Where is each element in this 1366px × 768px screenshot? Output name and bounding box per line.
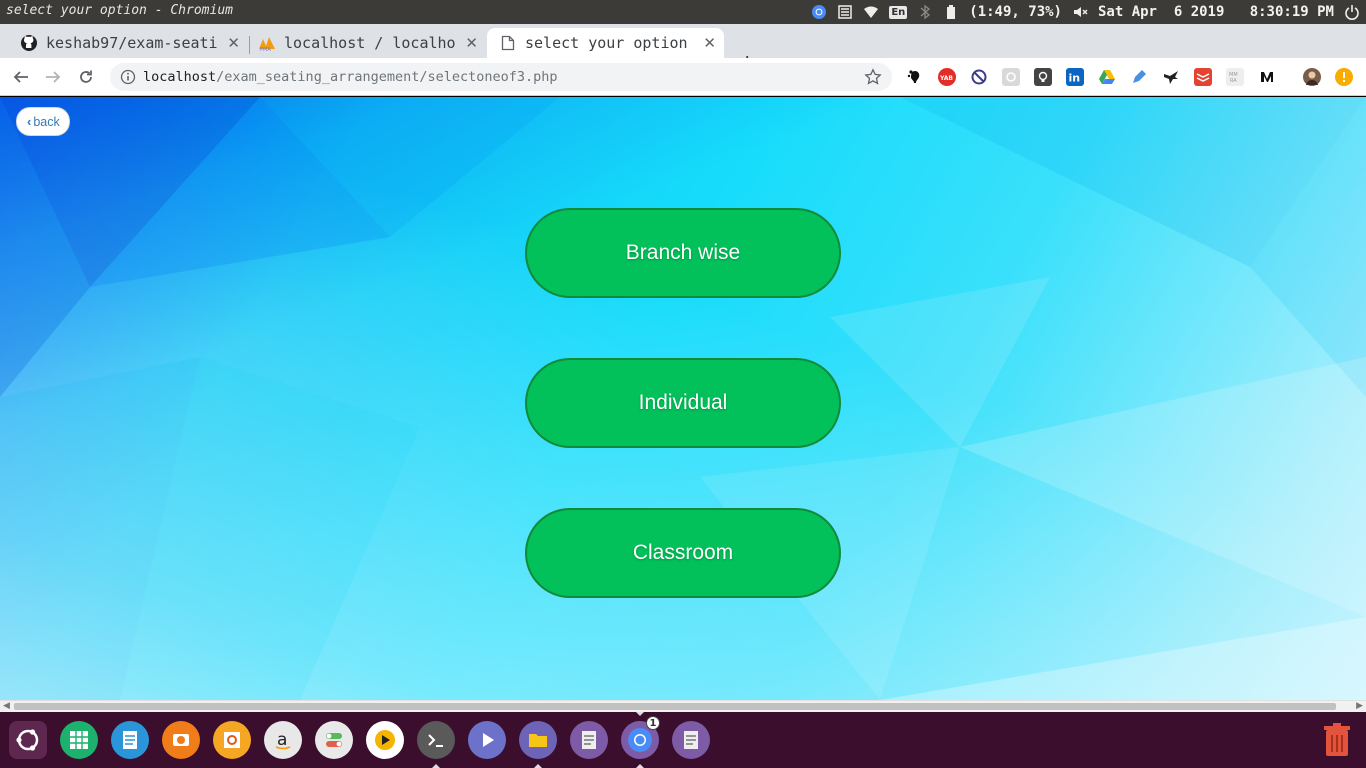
power-icon[interactable]: [1344, 4, 1360, 20]
tab-github[interactable]: keshab97/exam-seati ✕: [12, 28, 248, 58]
page-viewport: ‹ back Branch wise Individual Classroom: [0, 97, 1366, 700]
todoist-icon[interactable]: [1194, 68, 1212, 86]
extension-gnome-icon[interactable]: [906, 68, 924, 86]
svg-text:YAB: YAB: [939, 75, 953, 82]
bookmark-star-icon[interactable]: [864, 68, 882, 90]
video-player-icon[interactable]: [468, 721, 506, 759]
scroll-left-icon[interactable]: ◀: [3, 701, 10, 711]
github-icon: [20, 34, 38, 52]
battery-status: (1:49, 73%): [969, 4, 1062, 20]
horizontal-scrollbar[interactable]: ◀ ▶: [0, 700, 1366, 712]
info-icon[interactable]: [120, 69, 136, 89]
tab-title: select your option: [525, 34, 688, 52]
tab-title: keshab97/exam-seati: [46, 34, 218, 52]
files-icon[interactable]: [519, 721, 557, 759]
volume-muted-icon[interactable]: [1072, 4, 1088, 20]
extension-yab-icon[interactable]: YAB: [938, 68, 956, 86]
svg-text:RA: RA: [1230, 78, 1237, 84]
amazon-icon[interactable]: a: [264, 721, 302, 759]
tab-select-option[interactable]: select your option ✕: [487, 28, 724, 58]
battery-icon[interactable]: [943, 4, 959, 20]
extension-block-icon[interactable]: [970, 68, 988, 86]
phpmyadmin-icon: PMA: [258, 34, 276, 52]
linkedin-icon[interactable]: in: [1066, 68, 1084, 86]
focused-indicator: [636, 712, 644, 716]
chevron-left-icon: ‹: [27, 114, 32, 129]
individual-button[interactable]: Individual: [525, 358, 841, 448]
chromium-tray-icon[interactable]: [811, 4, 827, 20]
ubuntu-launcher-icon[interactable]: [9, 721, 47, 759]
tab-close-icon[interactable]: ✕: [703, 34, 716, 52]
dock: a: [0, 712, 1366, 768]
spreadsheet-app-icon[interactable]: [60, 721, 98, 759]
clipboard-icon[interactable]: [837, 4, 853, 20]
url-text[interactable]: localhost/exam_seating_arrangement/selec…: [143, 69, 558, 85]
branch-wise-button[interactable]: Branch wise: [525, 208, 841, 298]
tab-close-icon[interactable]: ✕: [227, 34, 240, 52]
extension-grey-icon[interactable]: [1002, 68, 1020, 86]
trash-icon[interactable]: [1322, 722, 1352, 758]
profile-avatar[interactable]: [1303, 68, 1321, 86]
system-tray: En (1:49, 73%) Sat Apr 6 2019 8:30:19 PM: [811, 0, 1360, 24]
running-indicator: [432, 764, 440, 768]
extension-mmra-icon[interactable]: MM RA: [1226, 68, 1244, 86]
settings-toggle-icon[interactable]: [315, 721, 353, 759]
running-indicator: [636, 764, 644, 768]
chromium-window-count-badge: 1: [646, 716, 660, 730]
reload-icon[interactable]: [75, 66, 97, 88]
clock[interactable]: Sat Apr 6 2019 8:30:19 PM: [1098, 4, 1334, 20]
back-button-label: back: [33, 114, 60, 129]
firefox-icon[interactable]: [162, 721, 200, 759]
extension-bird-icon[interactable]: [1162, 68, 1180, 86]
keyboard-layout-indicator[interactable]: En: [889, 5, 908, 19]
tab-strip: keshab97/exam-seati ✕ PMA localhost / lo…: [0, 24, 1366, 75]
window-title: select your option - Chromium: [6, 3, 233, 18]
terminal-icon[interactable]: [417, 721, 455, 759]
document-app-icon[interactable]: [111, 721, 149, 759]
google-drive-icon[interactable]: [1098, 68, 1116, 86]
wifi-icon[interactable]: [863, 4, 879, 20]
photo-app-icon[interactable]: [213, 721, 251, 759]
svg-text:PMA: PMA: [260, 47, 271, 52]
page-icon: [499, 34, 517, 52]
back-arrow-icon[interactable]: [10, 66, 32, 88]
system-top-bar: select your option - Chromium En (1:49, …: [0, 0, 1366, 24]
update-warning-icon[interactable]: [1335, 68, 1353, 86]
tab-title: localhost / localho: [284, 34, 456, 52]
text-editor-2-icon[interactable]: [672, 721, 710, 759]
tab-close-icon[interactable]: ✕: [465, 34, 478, 52]
svg-text:a: a: [277, 730, 287, 750]
classroom-button[interactable]: Classroom: [525, 508, 841, 598]
scroll-right-icon[interactable]: ▶: [1356, 701, 1363, 711]
running-indicator: [534, 764, 542, 768]
tab-phpmyadmin[interactable]: PMA localhost / localho ✕: [250, 28, 486, 58]
text-editor-icon[interactable]: [570, 721, 608, 759]
browser-toolbar: localhost/exam_seating_arrangement/selec…: [0, 58, 1366, 96]
medium-icon[interactable]: [1258, 68, 1276, 86]
svg-text:in: in: [1069, 72, 1081, 85]
media-player-icon[interactable]: [366, 721, 404, 759]
forward-arrow-icon[interactable]: [42, 66, 64, 88]
scrollbar-thumb[interactable]: [14, 703, 1336, 710]
extension-pen-icon[interactable]: [1130, 68, 1148, 86]
extension-bulb-icon[interactable]: [1034, 68, 1052, 86]
bluetooth-icon[interactable]: [917, 4, 933, 20]
address-bar[interactable]: localhost/exam_seating_arrangement/selec…: [110, 63, 892, 91]
back-button[interactable]: ‹ back: [16, 107, 70, 136]
